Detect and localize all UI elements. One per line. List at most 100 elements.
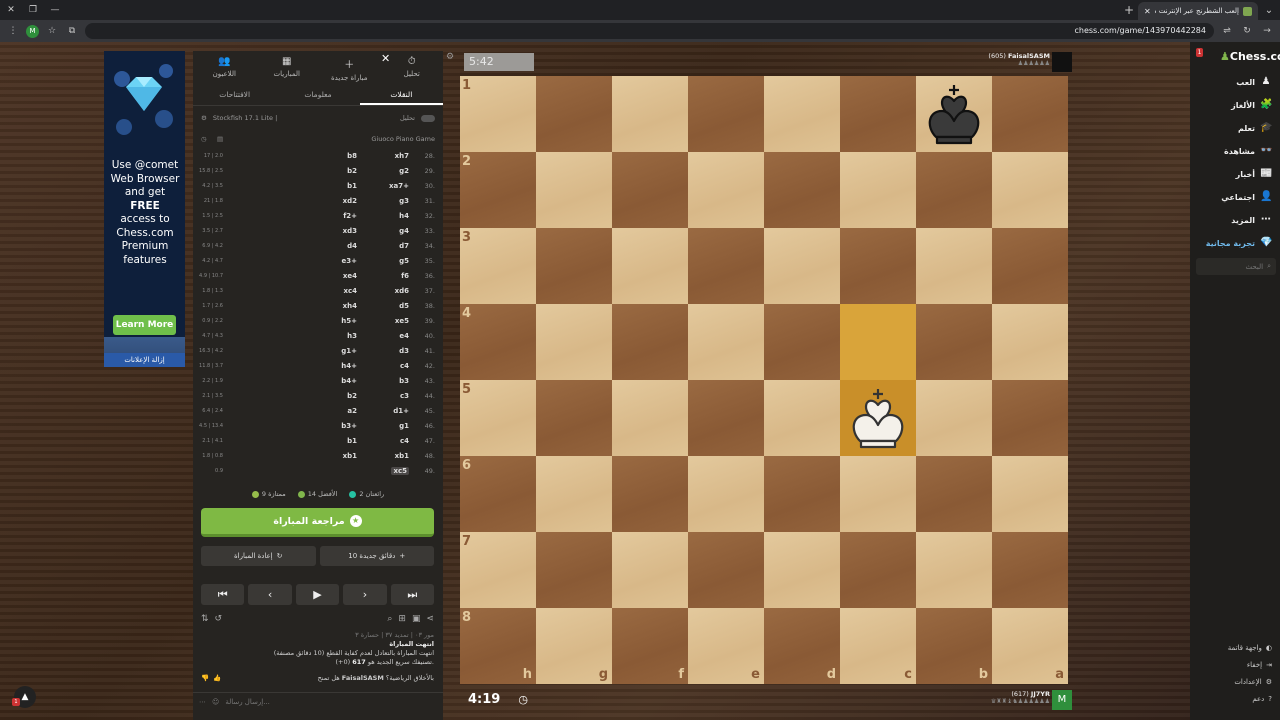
minimize-window-icon[interactable]: — — [44, 5, 66, 15]
square-b1[interactable] — [916, 76, 992, 152]
square-c1[interactable] — [840, 76, 916, 152]
advertisement[interactable]: Use @comet Web Browser and get FREE acce… — [104, 51, 185, 367]
sidebar-theme[interactable]: واجهة قاتمة ◐ — [1228, 644, 1272, 652]
square-h1[interactable]: 1 — [460, 76, 536, 152]
share-icon[interactable]: ⋖ — [426, 614, 434, 626]
black-move[interactable]: b1 — [347, 437, 357, 445]
square-e8[interactable]: e — [688, 608, 764, 684]
square-f3[interactable] — [612, 228, 688, 304]
white-move[interactable]: g1 — [399, 422, 409, 430]
sidebar-item-watch[interactable]: مشاهدة 👓 — [1224, 143, 1272, 159]
notification-badge[interactable]: 1 — [1196, 48, 1203, 57]
square-c5[interactable] — [840, 380, 916, 456]
square-b6[interactable] — [916, 456, 992, 532]
black-move[interactable]: g1+ — [341, 347, 357, 355]
chat-bubble-icon[interactable]: ▲ 1 — [12, 686, 36, 708]
square-a7[interactable] — [992, 532, 1068, 608]
square-f2[interactable] — [612, 152, 688, 228]
bookmark-star-icon[interactable]: ☆ — [45, 24, 59, 38]
square-c3[interactable] — [840, 228, 916, 304]
sidebar-item-puzzles[interactable]: الألغاز 🧩 — [1231, 97, 1272, 113]
black-move[interactable]: b2 — [347, 392, 357, 400]
square-a8[interactable]: a — [992, 608, 1068, 684]
sidebar-collapse[interactable]: إخفاء ⇥ — [1247, 661, 1272, 669]
white-move[interactable]: xc5 — [391, 466, 409, 475]
square-d6[interactable] — [764, 456, 840, 532]
image-icon[interactable]: ▣ — [412, 614, 421, 626]
tab-search-icon[interactable]: ⌄ — [1258, 5, 1280, 16]
square-f7[interactable] — [612, 532, 688, 608]
square-a3[interactable] — [992, 228, 1068, 304]
black-move[interactable]: b2 — [347, 167, 357, 175]
white-move[interactable]: g5 — [399, 257, 409, 265]
white-move[interactable]: f6 — [401, 272, 409, 280]
white-move[interactable]: c4 — [400, 437, 409, 445]
nav-new-game[interactable]: ＋ مباراة جديدة — [318, 51, 381, 83]
square-g5[interactable] — [536, 380, 612, 456]
engine-toggle[interactable] — [421, 114, 435, 122]
close-panel-icon[interactable]: ✕ — [381, 52, 390, 65]
white-move[interactable]: xh7 — [395, 152, 409, 160]
square-a4[interactable] — [992, 304, 1068, 380]
square-d1[interactable] — [764, 76, 840, 152]
install-app-icon[interactable]: ⧉ — [65, 24, 79, 38]
sidebar-item-more[interactable]: المزيد ⋯ — [1231, 212, 1272, 228]
learn-more-button[interactable]: Learn More — [113, 315, 176, 335]
square-a2[interactable] — [992, 152, 1068, 228]
play-button[interactable]: ▶ — [295, 584, 340, 605]
black-move[interactable]: h3 — [347, 332, 357, 340]
sidebar-item-free-trial[interactable]: تجربة مجانية 💎 — [1206, 235, 1273, 251]
white-move[interactable]: c3 — [400, 392, 409, 400]
black-move[interactable]: xe4 — [343, 272, 357, 280]
square-g8[interactable]: g — [536, 608, 612, 684]
nav-games[interactable]: ▦ المباريات — [256, 51, 319, 83]
square-e4[interactable] — [688, 304, 764, 380]
chat-input[interactable]: إرسال رسالة... — [225, 698, 437, 706]
square-d4[interactable] — [764, 304, 840, 380]
black-move[interactable]: h5+ — [341, 317, 357, 325]
white-move[interactable]: d1+ — [393, 407, 409, 415]
sidebar-item-social[interactable]: اجتماعي 👤 — [1221, 189, 1272, 205]
white-move[interactable]: xe5 — [395, 317, 409, 325]
opponent-info[interactable]: (605) FaisalSASM ♟♟♟♟♟♟ — [960, 52, 1050, 67]
square-f5[interactable] — [612, 380, 688, 456]
black-move[interactable]: xd3 — [343, 227, 357, 235]
sidebar-settings[interactable]: الإعدادات ⚙ — [1234, 678, 1272, 686]
square-f1[interactable] — [612, 76, 688, 152]
forward-icon[interactable]: → — [1260, 24, 1274, 38]
sidebar-item-play[interactable]: العب ♟ — [1236, 74, 1272, 90]
square-d7[interactable] — [764, 532, 840, 608]
white-move[interactable]: e4 — [399, 332, 409, 340]
flip-board-icon[interactable]: ⇅ — [201, 614, 209, 626]
tab-openings[interactable]: الافتتاحات — [193, 86, 276, 105]
more-options-icon[interactable]: ⋯ — [199, 698, 206, 706]
thumbs-up-icon[interactable]: 👍 — [213, 674, 221, 682]
square-b4[interactable] — [916, 304, 992, 380]
black-move[interactable]: b8 — [347, 152, 357, 160]
thumbs-down-icon[interactable]: 👎 — [201, 674, 209, 682]
square-b2[interactable] — [916, 152, 992, 228]
square-h7[interactable]: 7 — [460, 532, 536, 608]
reload-icon[interactable]: ↻ — [1240, 24, 1254, 38]
white-move[interactable]: xa7+ — [389, 182, 409, 190]
square-f6[interactable] — [612, 456, 688, 532]
black-move[interactable]: h4+ — [341, 362, 357, 370]
square-b3[interactable] — [916, 228, 992, 304]
first-move-button[interactable]: ⏮ — [201, 584, 245, 605]
black-move[interactable]: a2 — [347, 407, 357, 415]
black-move[interactable]: xd2 — [343, 197, 357, 205]
sidebar-item-learn[interactable]: تعلم 🎓 — [1238, 120, 1273, 136]
undo-icon[interactable]: ↺ — [215, 614, 223, 626]
white-move[interactable]: xd6 — [395, 287, 409, 295]
square-g2[interactable] — [536, 152, 612, 228]
square-h4[interactable]: 4 — [460, 304, 536, 380]
square-d8[interactable]: d — [764, 608, 840, 684]
square-b8[interactable]: b — [916, 608, 992, 684]
white-move[interactable]: c4 — [400, 362, 409, 370]
square-a5[interactable] — [992, 380, 1068, 456]
new-10-min-button[interactable]: 10 دقائق جديدة + — [319, 546, 434, 566]
black-move[interactable]: xh4 — [343, 302, 357, 310]
square-g6[interactable] — [536, 456, 612, 532]
white-move[interactable]: g2 — [399, 167, 409, 175]
white-move[interactable]: g3 — [399, 197, 409, 205]
